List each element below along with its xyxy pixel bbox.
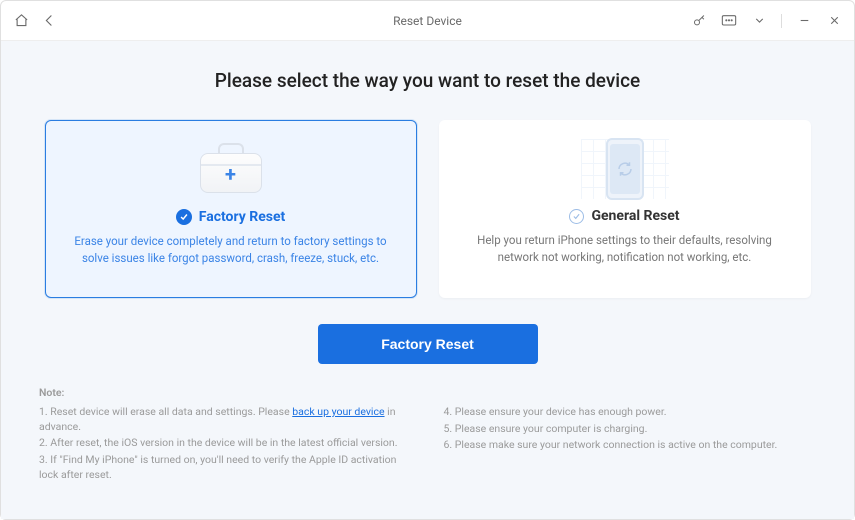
- app-window: Reset Device Please select the way you w…: [0, 0, 855, 520]
- content-area: Please select the way you want to reset …: [1, 41, 854, 519]
- notes-col-right: 4. Please ensure your device has enough …: [444, 405, 817, 484]
- action-row: Factory Reset: [39, 324, 816, 364]
- card-description: Help you return iPhone settings to their…: [463, 232, 787, 267]
- titlebar: Reset Device: [1, 1, 854, 41]
- key-icon[interactable]: [691, 13, 707, 29]
- card-title: General Reset: [591, 208, 679, 224]
- card-title-row: General Reset: [569, 208, 679, 224]
- titlebar-right: [691, 13, 842, 29]
- card-title-row: Factory Reset: [176, 209, 286, 225]
- backup-link[interactable]: back up your device: [292, 405, 384, 418]
- phone-reset-icon: [606, 136, 644, 202]
- note-text: 1. Reset device will erase all data and …: [39, 405, 292, 418]
- option-general-reset[interactable]: General Reset Help you return iPhone set…: [439, 120, 811, 298]
- note-item: 2. After reset, the iOS version in the d…: [39, 436, 412, 451]
- minimize-icon[interactable]: [796, 13, 812, 29]
- notes-title: Note:: [39, 386, 816, 399]
- note-item: 5. Please ensure your computer is chargi…: [444, 422, 817, 437]
- card-description: Erase your device completely and return …: [70, 233, 392, 268]
- note-item: 3. If "Find My iPhone" is turned on, you…: [39, 453, 412, 482]
- titlebar-left: [13, 13, 57, 29]
- option-cards: + Factory Reset Erase your device comple…: [39, 120, 816, 298]
- notes-columns: 1. Reset device will erase all data and …: [39, 405, 816, 484]
- option-factory-reset[interactable]: + Factory Reset Erase your device comple…: [45, 120, 417, 298]
- chevron-down-icon[interactable]: [751, 13, 767, 29]
- note-item: 1. Reset device will erase all data and …: [39, 405, 412, 434]
- note-item: 4. Please ensure your device has enough …: [444, 405, 817, 420]
- page-headline: Please select the way you want to reset …: [39, 69, 816, 92]
- check-circle-outline-icon: [569, 209, 584, 224]
- factory-reset-button[interactable]: Factory Reset: [318, 324, 538, 364]
- check-circle-filled-icon: [176, 209, 192, 225]
- back-icon[interactable]: [41, 13, 57, 29]
- feedback-icon[interactable]: [721, 13, 737, 29]
- home-icon[interactable]: [13, 13, 29, 29]
- note-item: 6. Please make sure your network connect…: [444, 438, 817, 453]
- close-icon[interactable]: [826, 13, 842, 29]
- notes-section: Note: 1. Reset device will erase all dat…: [39, 386, 816, 484]
- notes-col-left: 1. Reset device will erase all data and …: [39, 405, 412, 484]
- card-title: Factory Reset: [199, 209, 286, 225]
- medkit-icon: +: [200, 137, 262, 203]
- separator: [781, 14, 782, 28]
